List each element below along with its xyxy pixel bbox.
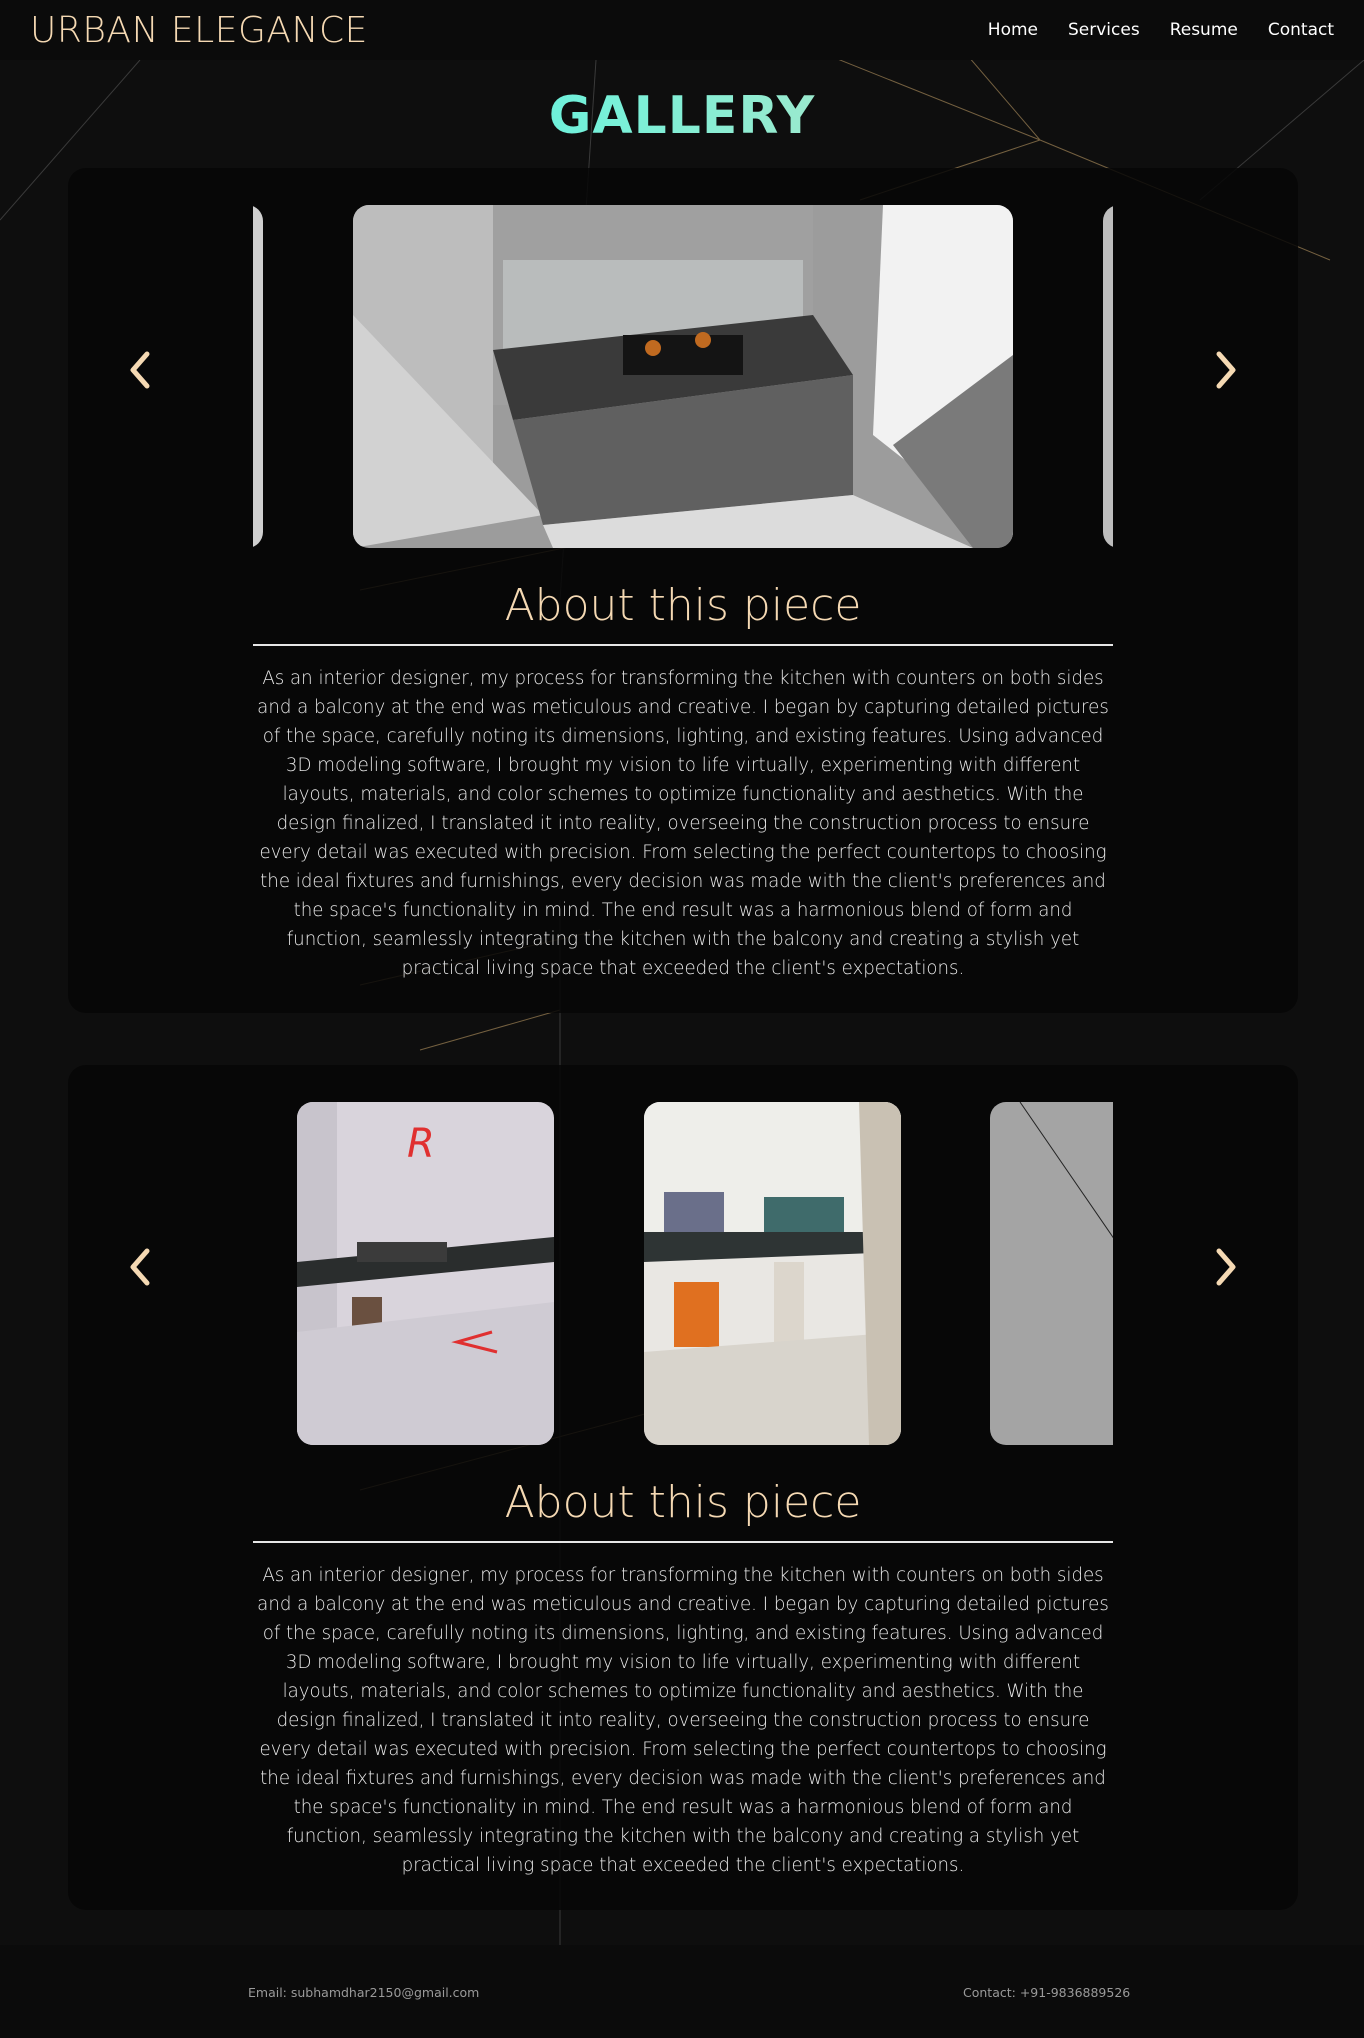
about-heading: About this piece: [504, 580, 862, 631]
slide-partial-image: [1019, 1102, 1113, 1239]
carousel-slide-partial[interactable]: [1103, 205, 1113, 548]
navbar: URBAN ELEGANCE Home Services Resume Cont…: [0, 0, 1364, 60]
page-title: GALLERY: [0, 86, 1364, 146]
footer: Email: subhamdhar2150@gmail.com Contact:…: [0, 1945, 1364, 2038]
kitchen-render-image: [353, 205, 1013, 548]
nav-links: Home Services Resume Contact: [988, 20, 1334, 40]
divider: [253, 1541, 1113, 1543]
gallery-panel-1: About this piece As an interior designer…: [68, 168, 1298, 1013]
carousel-prev-button[interactable]: [118, 1245, 162, 1289]
divider: [253, 644, 1113, 646]
about-description: As an interior designer, my process for …: [257, 1565, 1109, 1876]
kitchen-photo-image: [644, 1102, 901, 1445]
brand-logo[interactable]: URBAN ELEGANCE: [30, 10, 368, 51]
about-description: As an interior designer, my process for …: [257, 668, 1109, 979]
carousel-slide-kitchen-photo-2[interactable]: [644, 1102, 901, 1445]
carousel-next-button[interactable]: [1204, 1245, 1248, 1289]
nav-services[interactable]: Services: [1068, 20, 1140, 40]
carousel-slide-partial[interactable]: [990, 1102, 1113, 1445]
nav-resume[interactable]: Resume: [1170, 20, 1238, 40]
carousel-next-button[interactable]: [1204, 348, 1248, 392]
carousel-prev-button[interactable]: [118, 348, 162, 392]
kitchen-photo-image: R: [297, 1102, 554, 1445]
carousel-slide-partial[interactable]: [253, 205, 263, 548]
gallery-panel-2: R About this piece As an interior design…: [68, 1065, 1298, 1910]
footer-email[interactable]: Email: subhamdhar2150@gmail.com: [248, 1985, 479, 2000]
about-heading: About this piece: [504, 1477, 862, 1528]
footer-contact[interactable]: Contact: +91-9836889526: [963, 1985, 1130, 2000]
chevron-right-icon: [1216, 1248, 1236, 1286]
carousel-track[interactable]: [253, 205, 1113, 548]
chevron-left-icon: [130, 1248, 150, 1286]
nav-contact[interactable]: Contact: [1268, 20, 1334, 40]
carousel-slide-kitchen-photo-1[interactable]: R: [297, 1102, 554, 1445]
svg-text:R: R: [407, 1121, 435, 1167]
carousel-track[interactable]: R: [253, 1102, 1113, 1445]
chevron-right-icon: [1216, 351, 1236, 389]
chevron-left-icon: [130, 351, 150, 389]
carousel-slide-kitchen-render[interactable]: [353, 205, 1013, 548]
nav-home[interactable]: Home: [988, 20, 1038, 40]
